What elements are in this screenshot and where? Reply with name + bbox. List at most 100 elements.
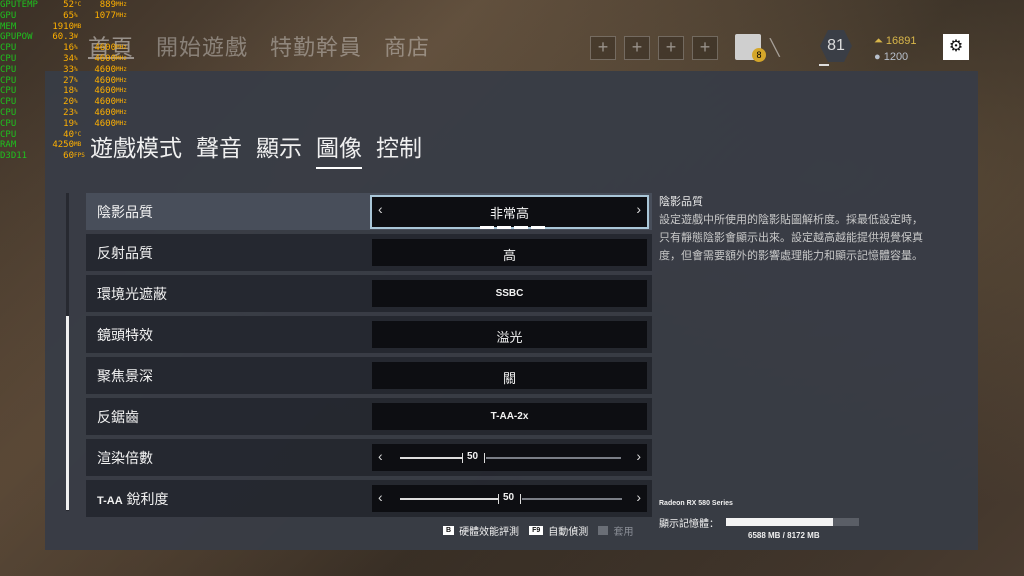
setting-row-anti-aliasing[interactable]: 反鋸齒 T-AA-2x <box>86 398 652 435</box>
setting-value: T-AA-2x <box>490 411 529 422</box>
osd-value: 52 <box>63 0 74 10</box>
autodetect-button[interactable]: F9 自動偵測 <box>529 523 588 538</box>
chevron-left-icon[interactable]: ‹ <box>378 448 383 464</box>
setting-value: 溢光 <box>496 330 523 345</box>
osd-value <box>88 140 116 151</box>
squad-slot-add[interactable]: + <box>658 36 684 60</box>
osd-value: 4600 <box>94 97 116 108</box>
squad-slot-add[interactable]: + <box>692 36 718 60</box>
renown-counter: ⏶ 16891 <box>874 35 917 47</box>
renown-value: 16891 <box>885 35 917 47</box>
osd-unit: MHz <box>116 87 127 95</box>
option-selector[interactable]: 溢光 <box>372 321 647 348</box>
setting-value: 關 <box>502 371 516 386</box>
chevron-right-icon[interactable]: › <box>636 201 641 217</box>
setting-value: SSBC <box>495 288 524 299</box>
setting-label: 環境光遮蔽 <box>97 286 167 302</box>
osd-value: 27 <box>63 75 74 86</box>
performance-overlay: GPUTEMP 52 °C 889 MHz GPU 65% 1077 MHz MEM 1910 MB G… <box>0 0 130 162</box>
setting-row-taa-sharpness[interactable]: T-AA 銳利度 ‹ 50 › <box>86 480 652 517</box>
option-selector[interactable]: SSBC <box>372 280 647 307</box>
osd-value <box>88 32 116 43</box>
osd-key: CPU <box>0 107 17 118</box>
osd-unit: % <box>74 76 78 84</box>
osd-value: 33 <box>63 64 74 75</box>
level-pip <box>497 226 511 229</box>
osd-unit: MHz <box>116 44 127 52</box>
osd-unit <box>116 130 130 141</box>
chevron-right-icon[interactable]: › <box>636 448 641 464</box>
options-tabs: 遊戲模式 聲音 顯示 圖像 控制 <box>90 129 422 169</box>
slider[interactable]: ‹ 50 › <box>372 444 647 471</box>
squad-slots: + + + + <box>590 36 718 60</box>
osd-value: 18 <box>63 86 74 97</box>
osd-unit: MHz <box>116 108 127 116</box>
osd-unit <box>116 32 130 43</box>
tab-audio[interactable]: 聲音 <box>196 129 242 169</box>
gear-icon[interactable]: ⚙ <box>943 34 969 60</box>
chevron-right-icon[interactable]: › <box>636 489 641 505</box>
osd-value: 40 <box>63 129 74 140</box>
osd-row: D3D11 60 FPS <box>0 151 130 162</box>
nav-shop[interactable]: 商店 <box>384 30 430 62</box>
benchmark-button[interactable]: B 硬體效能評測 <box>443 523 519 538</box>
slider-handle[interactable] <box>462 453 463 463</box>
slider-track <box>486 457 621 459</box>
osd-value: 4600 <box>94 107 116 118</box>
rank-badge: 8 <box>752 48 766 62</box>
osd-unit: % <box>74 54 78 62</box>
footer-actions: B 硬體效能評測 F9 自動偵測 ■ 套用 <box>443 523 633 538</box>
gpu-name: Radeon RX 580 Series <box>659 500 733 507</box>
osd-value <box>88 130 116 141</box>
setting-value: 非常高 <box>489 206 529 221</box>
label-prefix: T-AA <box>97 495 123 507</box>
slider-track <box>522 498 622 500</box>
setting-row-lens-effects[interactable]: 鏡頭特效 溢光 <box>86 316 652 353</box>
setting-row-depth-of-field[interactable]: 聚焦景深 關 <box>86 357 652 394</box>
option-selector[interactable]: 關 <box>372 362 647 389</box>
tab-display[interactable]: 顯示 <box>256 129 302 169</box>
nav-play[interactable]: 開始遊戲 <box>156 30 248 62</box>
setting-label: 聚焦景深 <box>97 368 153 384</box>
setting-row-render-scaling[interactable]: 渲染倍數 ‹ 50 › <box>86 439 652 476</box>
osd-unit: MHz <box>116 98 127 106</box>
vram-label: 顯示記憶體： <box>659 519 719 530</box>
setting-row-reflection-quality[interactable]: 反射品質 高 <box>86 234 652 271</box>
tab-controls[interactable]: 控制 <box>376 129 422 169</box>
chevron-left-icon[interactable]: ‹ <box>378 489 383 505</box>
apply-button[interactable]: ■ 套用 <box>598 523 633 538</box>
osd-row: CPU 20% 4600 MHz <box>0 97 130 108</box>
nav-operators[interactable]: 特勤幹員 <box>270 30 362 62</box>
slash-icon: ╲ <box>770 40 780 57</box>
osd-value: 4600 <box>94 43 116 54</box>
slider-tick <box>520 494 521 504</box>
vram-usage-bar <box>726 518 859 526</box>
osd-value: 60 <box>63 151 74 162</box>
osd-key: GPU <box>0 10 17 21</box>
option-selector[interactable]: 高 <box>372 239 647 266</box>
setting-row-ambient-occlusion[interactable]: 環境光遮蔽 SSBC <box>86 275 652 312</box>
osd-value: 1077 <box>94 10 116 21</box>
osd-unit <box>116 22 130 33</box>
setting-label: 鏡頭特效 <box>97 327 153 343</box>
slider-handle[interactable] <box>498 494 499 504</box>
osd-key: CPU <box>0 129 17 140</box>
slider[interactable]: ‹ 50 › <box>372 485 647 512</box>
squad-slot-add[interactable]: + <box>590 36 616 60</box>
osd-row: CPU 23% 4600 MHz <box>0 108 130 119</box>
key-hint: B <box>443 526 455 535</box>
osd-key: GPUTEMP <box>0 0 38 10</box>
osd-unit: MHz <box>116 65 127 73</box>
squad-slot-add[interactable]: + <box>624 36 650 60</box>
osd-key: CPU <box>0 75 17 86</box>
osd-unit: % <box>74 65 78 73</box>
option-selector[interactable]: T-AA-2x <box>372 403 647 430</box>
osd-unit: °C <box>74 1 82 8</box>
scrollbar-thumb[interactable] <box>66 316 69 510</box>
option-selector[interactable]: ‹ 非常高 › <box>370 195 649 229</box>
credits-value: 1200 <box>883 51 909 63</box>
osd-unit: MHz <box>116 11 127 19</box>
tab-graphics[interactable]: 圖像 <box>316 129 362 169</box>
button-label: 自動偵測 <box>548 527 589 538</box>
setting-row-shadow-quality[interactable]: 陰影品質 ‹ 非常高 › <box>86 193 652 230</box>
